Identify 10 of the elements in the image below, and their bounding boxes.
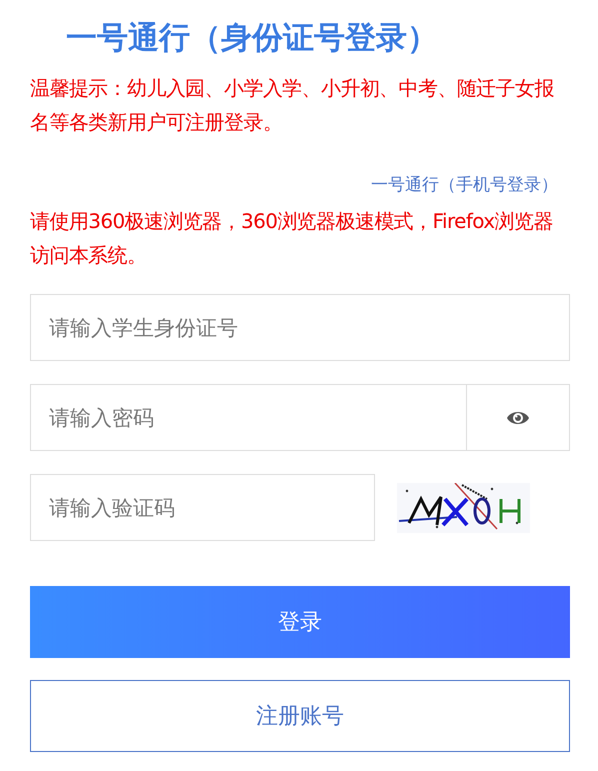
id-number-field[interactable]: 请输入学生身份证号 xyxy=(30,294,570,361)
show-password-button[interactable] xyxy=(467,384,570,451)
page-title: 一号通行（身份证号登录） xyxy=(66,19,439,58)
browser-note: 请使用360极速浏览器，360浏览器极速模式，Firefox浏览器访问本系统。 xyxy=(30,208,554,269)
register-button[interactable]: 注册账号 xyxy=(30,680,570,752)
notice-text: 温馨提示：幼儿入园、小学入学、小升初、中考、随迁子女报名等各类新用户可注册登录。 xyxy=(30,75,555,136)
password-field[interactable]: 请输入密码 xyxy=(30,384,467,451)
login-button[interactable]: 登录 xyxy=(30,586,570,658)
phone-login-link[interactable]: 一号通行（手机号登录） xyxy=(371,172,558,198)
captcha-field[interactable]: 请输入验证码 xyxy=(30,474,375,541)
